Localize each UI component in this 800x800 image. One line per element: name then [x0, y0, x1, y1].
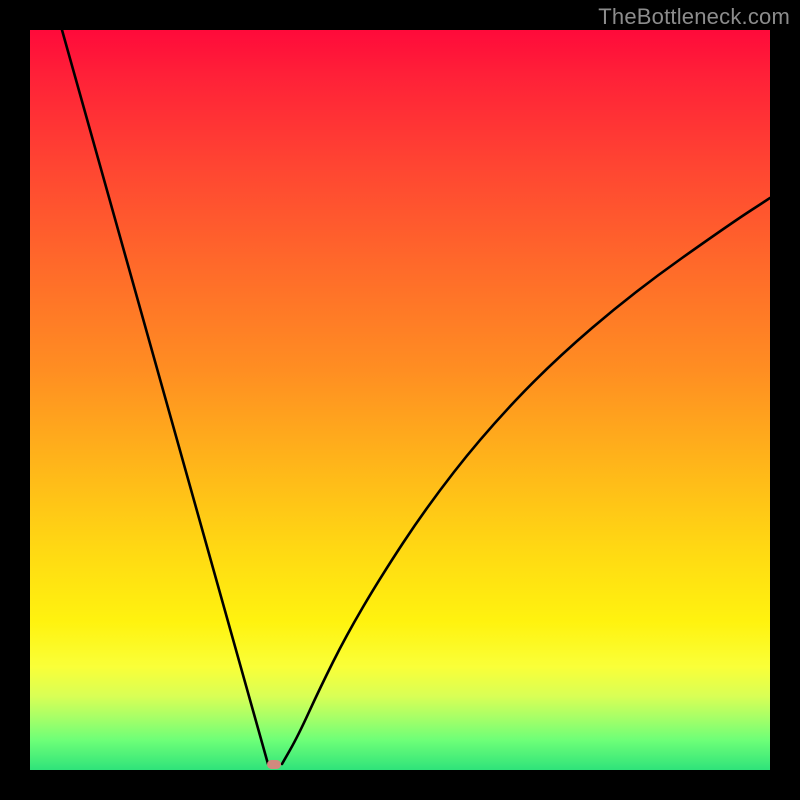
chart-frame: TheBottleneck.com: [0, 0, 800, 800]
curve-right-branch: [282, 198, 770, 764]
curve-svg: [30, 30, 770, 770]
plot-area: [30, 30, 770, 770]
dip-marker: [267, 760, 281, 769]
watermark-text: TheBottleneck.com: [598, 4, 790, 30]
curve-left-branch: [62, 30, 268, 764]
